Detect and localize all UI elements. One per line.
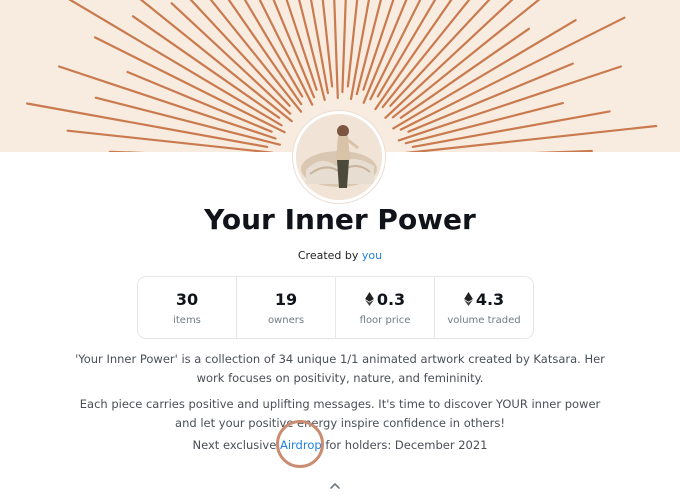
chevron-up-icon[interactable] <box>329 482 341 490</box>
sunburst-ray <box>93 36 286 134</box>
ethereum-icon <box>364 292 374 306</box>
sunburst-ray <box>341 0 347 94</box>
stat-floor-price-value: 0.3 <box>376 289 406 309</box>
stat-volume-traded-value: 4.3 <box>475 289 505 309</box>
stat-owners-value: 19 <box>274 289 298 309</box>
airdrop-notice: Next exclusive Airdrop for holders: Dece… <box>0 438 680 452</box>
stat-floor-price-label: floor price <box>359 314 411 326</box>
stat-items[interactable]: 30 items <box>138 277 237 338</box>
sunburst-ray <box>533 149 593 152</box>
stat-items-label: items <box>173 314 201 326</box>
sunburst-ray <box>126 70 273 133</box>
description-paragraph-2: Each piece carries positive and upliftin… <box>79 397 601 430</box>
collection-title: Your Inner Power <box>204 203 476 236</box>
stat-items-value: 30 <box>175 289 199 309</box>
stat-volume-traded-row: 4.3 <box>463 289 505 309</box>
stat-volume-traded[interactable]: 4.3 volume traded <box>435 277 533 338</box>
stat-volume-traded-label: volume traded <box>447 314 521 326</box>
sunburst-ray <box>404 124 658 152</box>
creator-link[interactable]: you <box>362 249 382 262</box>
description-paragraph-1: 'Your Inner Power' is a collection of 34… <box>75 352 605 385</box>
sunburst-ray <box>346 0 359 88</box>
collection-stats: 30 items 19 owners 0.3 floor price 4.3 v… <box>137 276 534 339</box>
stat-owners-label: owners <box>267 314 305 326</box>
stat-floor-price-row: 0.3 <box>364 289 406 309</box>
created-by: Created by you <box>0 249 680 262</box>
ethereum-icon <box>463 292 473 306</box>
airdrop-link[interactable]: Airdrop <box>280 438 322 452</box>
stat-floor-price[interactable]: 0.3 floor price <box>336 277 435 338</box>
created-by-label: Created by <box>297 249 359 262</box>
collection-avatar <box>293 111 385 203</box>
airdrop-notice-prefix: Next exclusive <box>192 438 277 452</box>
stat-owners[interactable]: 19 owners <box>237 277 336 338</box>
airdrop-notice-suffix: for holders: December 2021 <box>325 438 488 452</box>
